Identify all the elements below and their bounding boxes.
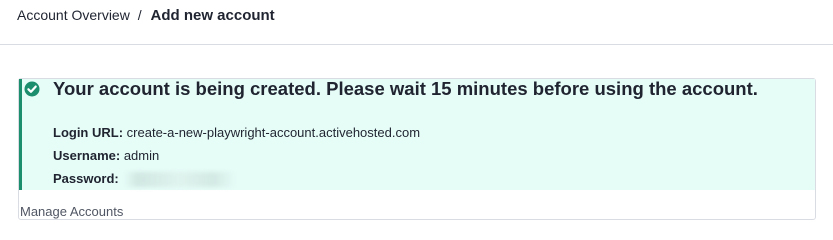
password-redacted-value [124,172,237,188]
username-row: Username: admin [53,148,159,164]
username-value: admin [123,148,160,163]
page-header: Account Overview / Add new account [0,0,833,45]
login-url-value: create-a-new-playwright-account.activeho… [126,125,421,140]
check-circle-icon [24,81,40,97]
success-alert: Your account is being created. Please wa… [19,79,815,190]
password-label: Password: [53,171,119,186]
login-url-label: Login URL: [53,125,124,140]
alert-title: Your account is being created. Please wa… [53,78,758,99]
breadcrumb-account-overview-link[interactable]: Account Overview [17,7,130,23]
login-url-row: Login URL: create-a-new-playwright-accou… [53,125,420,141]
breadcrumb: Account Overview / Add new account [17,6,275,25]
manage-accounts-link[interactable]: Manage Accounts [20,204,123,219]
password-row: Password: [53,171,237,188]
page-title: Add new account [150,7,275,24]
breadcrumb-separator: / [137,7,142,23]
account-created-card: Your account is being created. Please wa… [18,78,816,220]
username-label: Username: [53,148,121,163]
